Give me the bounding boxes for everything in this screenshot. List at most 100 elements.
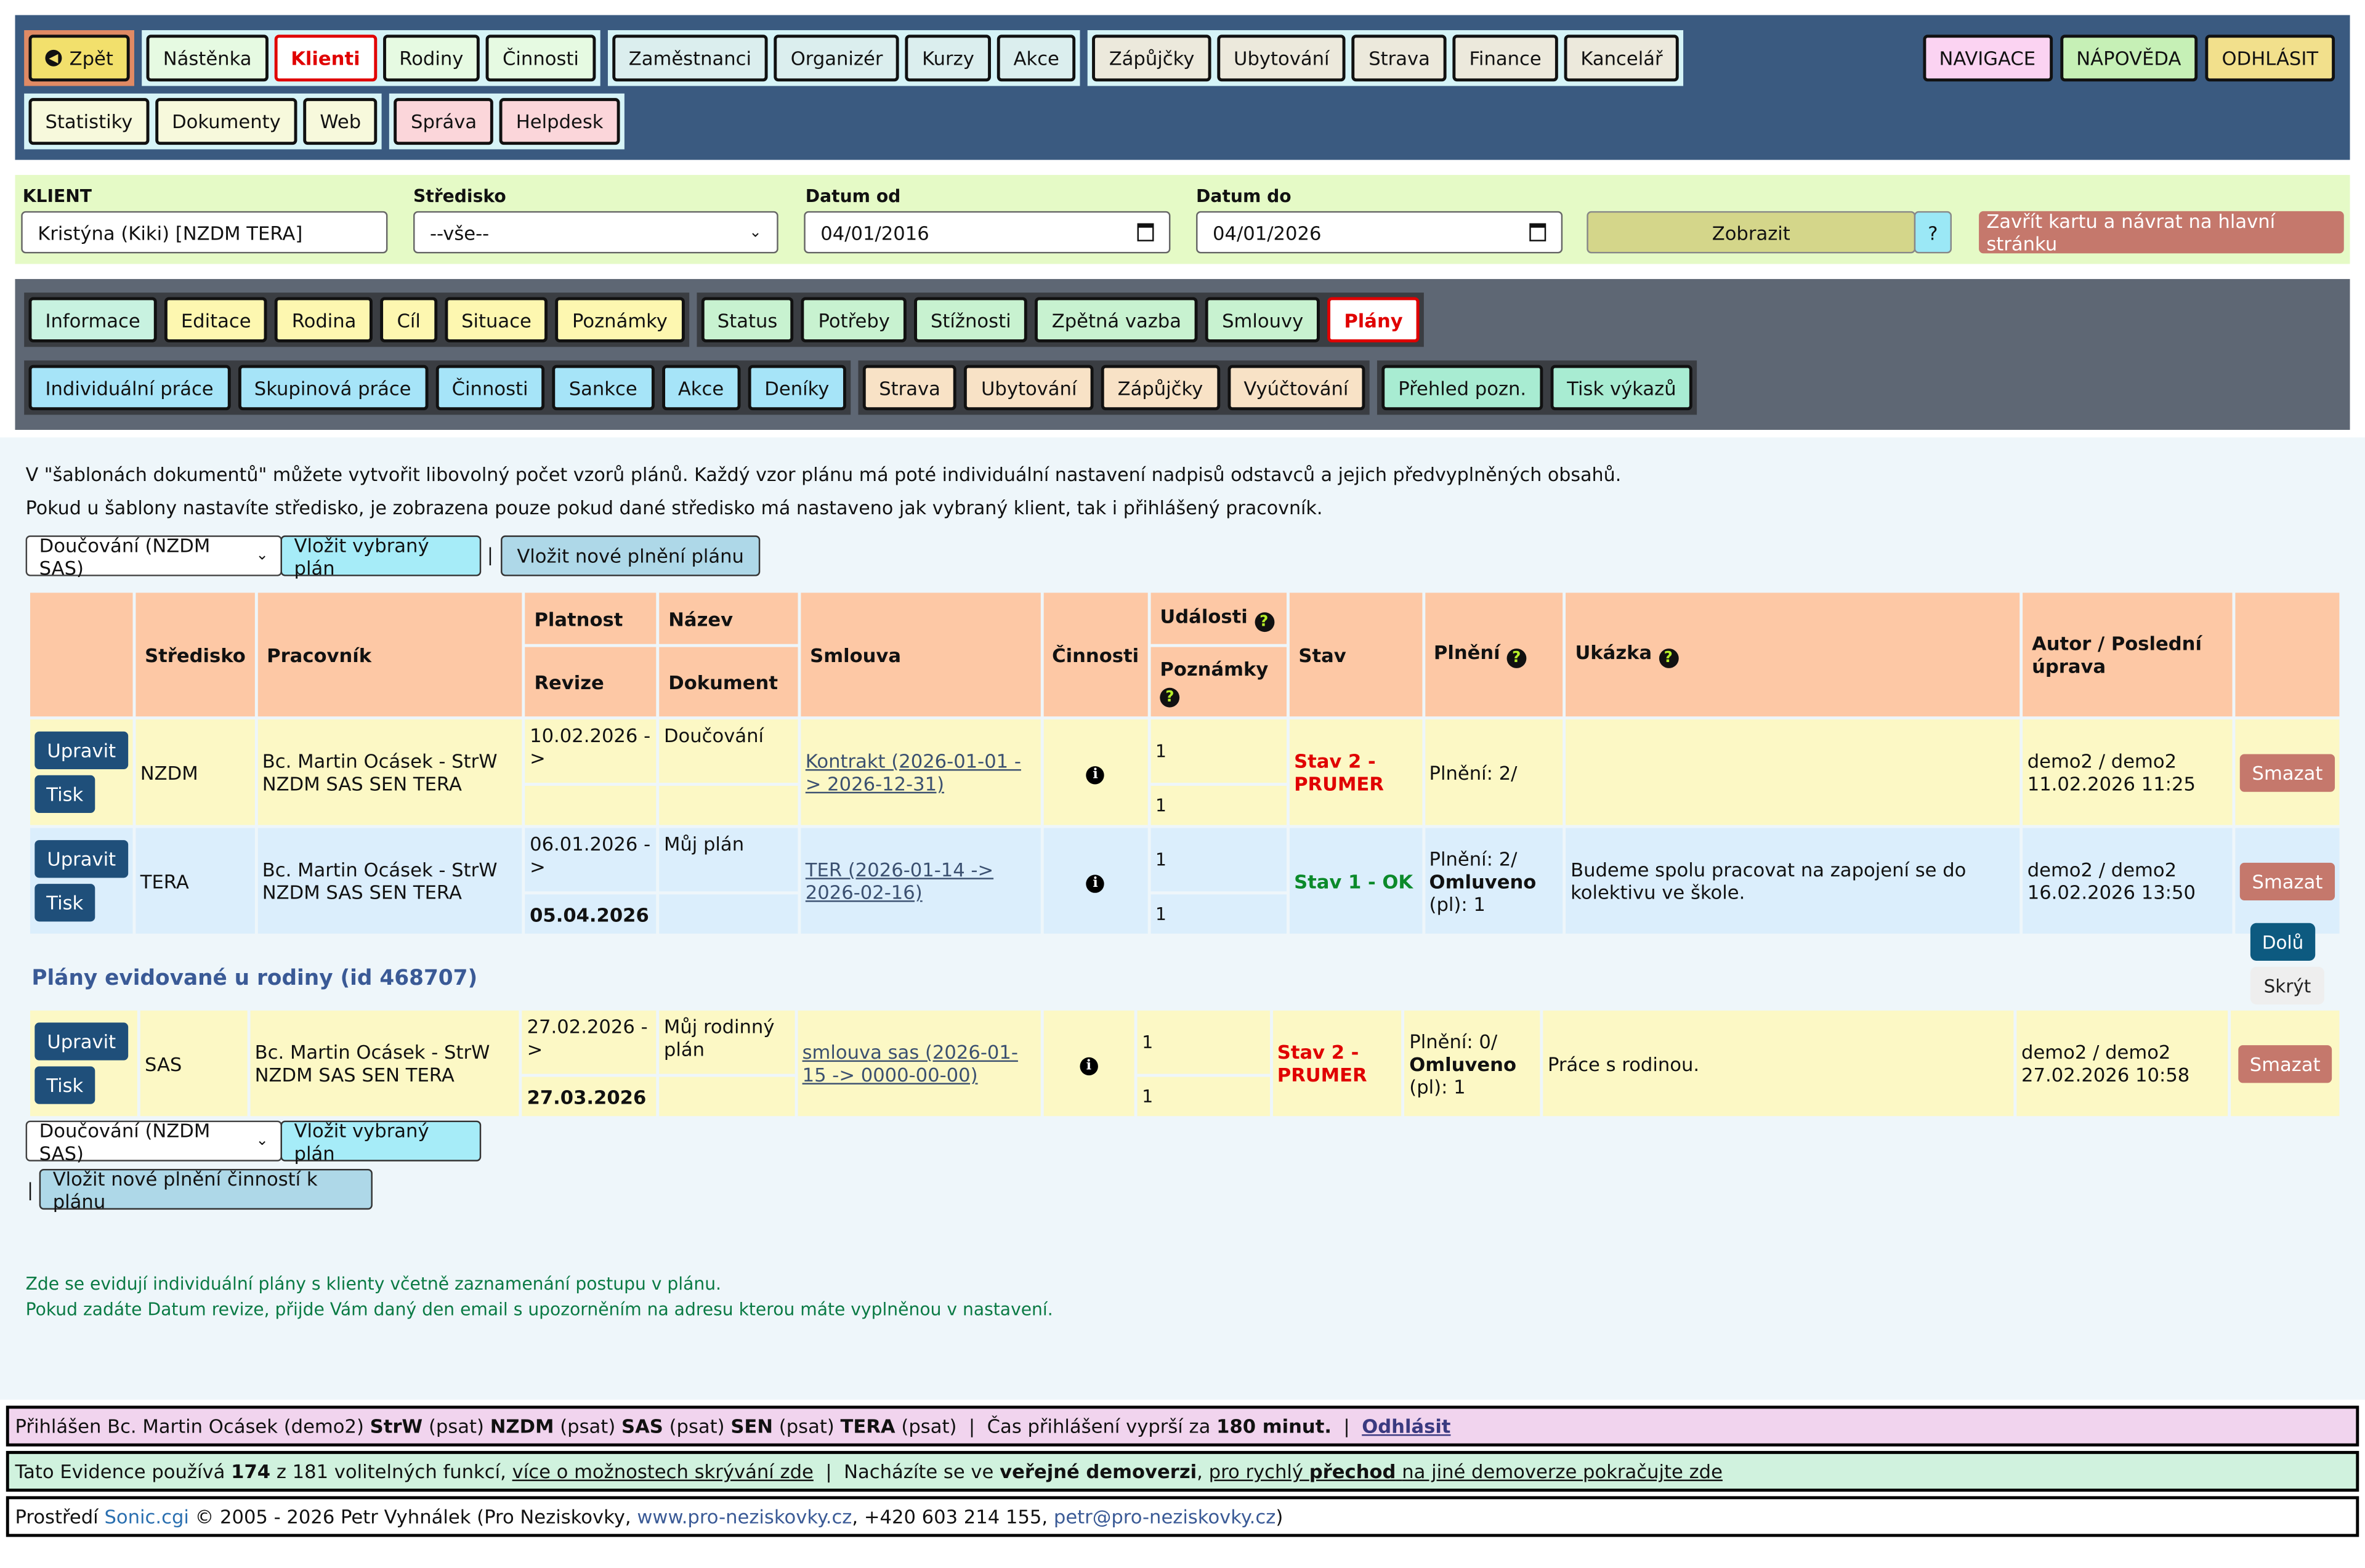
contract-link[interactable]: TER (2026-01-14 -> 2026-02-16) (806, 858, 993, 903)
tab-potreby[interactable]: Potřeby (801, 297, 907, 342)
info-icon[interactable]: i (1086, 766, 1105, 785)
nav-finance[interactable]: Finance (1452, 34, 1558, 82)
logout-button[interactable]: ODHLÁSIT (2205, 34, 2335, 82)
print-button[interactable]: Tisk (34, 775, 95, 814)
nav-strava[interactable]: Strava (1352, 34, 1447, 82)
question-icon[interactable]: ? (1160, 687, 1180, 707)
email-link[interactable]: petr@pro-neziskovky.cz (1054, 1505, 1275, 1528)
show-help-button[interactable]: ? (1914, 211, 1952, 254)
tab-rodina[interactable]: Rodina (275, 297, 373, 342)
client-input[interactable]: Kristýna (Kiki) [NZDM TERA] (21, 211, 388, 254)
tab-individualni-prace[interactable]: Individuální práce (28, 365, 230, 411)
nav-klienti[interactable]: Klienti (274, 34, 377, 82)
nav-rodiny[interactable]: Rodiny (382, 34, 480, 82)
template-select-2[interactable]: Doučování (NZDM SAS) ⌄ (25, 1118, 282, 1163)
demo-switch-link[interactable]: pro rychlý přechod na jiné demoverze pok… (1209, 1460, 1723, 1483)
cell-document (659, 894, 798, 934)
nav-statistiky[interactable]: Statistiky (28, 98, 150, 145)
nav-sprava[interactable]: Správa (394, 98, 494, 145)
tab-smlouvy[interactable]: Smlouvy (1205, 297, 1320, 342)
tab-stiznosti[interactable]: Stížnosti (914, 297, 1028, 342)
date-from-input[interactable]: 04/01/2016 (804, 211, 1171, 254)
row-actions: Upravit Tisk (30, 828, 133, 934)
nav-akce[interactable]: Akce (997, 34, 1076, 82)
tab-zapujcky[interactable]: Zápůjčky (1101, 365, 1220, 411)
nav-dokumenty[interactable]: Dokumenty (155, 98, 297, 145)
client-tabs: Informace Editace Rodina Cíl Situace Poz… (15, 279, 2350, 430)
delete-button[interactable]: Smazat (2239, 753, 2335, 791)
header-revision: Revize (525, 647, 657, 717)
help-button[interactable]: NÁPOVĚDA (2060, 34, 2198, 82)
tab-strava[interactable]: Strava (862, 365, 957, 411)
date-to-input[interactable]: 04/01/2026 (1196, 211, 1563, 254)
tab-cil[interactable]: Cíl (380, 297, 437, 342)
tab-zpetna-vazba[interactable]: Zpětná vazba (1035, 297, 1198, 342)
edit-button[interactable]: Upravit (34, 840, 129, 878)
contract-link[interactable]: smlouva sas (2026-01-15 -> 0000-00-00) (802, 1041, 1018, 1086)
edit-button[interactable]: Upravit (34, 1022, 129, 1061)
navigation-button[interactable]: NAVIGACE (1922, 34, 2053, 82)
tab-status[interactable]: Status (700, 297, 794, 342)
delete-button[interactable]: Smazat (2238, 1044, 2333, 1083)
tab-situace[interactable]: Situace (445, 297, 548, 342)
question-icon[interactable]: ? (1658, 649, 1678, 668)
cell-contract: TER (2026-01-14 -> 2026-02-16) (801, 828, 1040, 934)
tab-prehled-pozn[interactable]: Přehled pozn. (1381, 365, 1543, 411)
info-icon[interactable]: i (1080, 1057, 1098, 1076)
question-icon[interactable]: ? (1254, 612, 1274, 632)
template-select[interactable]: Doučování (NZDM SAS) ⌄ (25, 533, 282, 578)
nav-web[interactable]: Web (303, 98, 378, 145)
info-icon[interactable]: i (1086, 875, 1105, 893)
info-text-2: Pokud u šablony nastavíte středisko, je … (25, 498, 1323, 519)
tab-skupinova-prace[interactable]: Skupinová práce (237, 365, 428, 411)
tab-tisk-vykazu[interactable]: Tisk výkazů (1550, 365, 1693, 411)
website-link[interactable]: www.pro-neziskovky.cz (637, 1505, 852, 1528)
nav-nastenka[interactable]: Nástěnka (146, 34, 269, 82)
family-plans-heading: Plány evidované u rodiny (id 468707) (31, 966, 478, 991)
tab-cinnosti[interactable]: Činnosti (435, 365, 545, 411)
tab-vyuctovani[interactable]: Vyúčtování (1227, 365, 1365, 411)
header-delete (2235, 592, 2340, 717)
cell-activities: i (1043, 1010, 1134, 1117)
row-actions: Upravit Tisk (30, 1010, 137, 1117)
footer-logout-link[interactable]: Odhlásit (1362, 1415, 1450, 1437)
tab-deniky[interactable]: Deníky (748, 365, 846, 411)
down-button[interactable]: Dolů (2250, 923, 2316, 961)
delete-button[interactable]: Smazat (2239, 862, 2335, 900)
nav-ubytovani[interactable]: Ubytování (1217, 34, 1346, 82)
plans-content: V "šablonách dokumentů" můžete vytvořit … (0, 437, 2365, 1400)
sonic-link[interactable]: Sonic.cgi (104, 1505, 188, 1528)
nav-zamestnanci[interactable]: Zaměstnanci (612, 34, 768, 82)
hiding-info-link[interactable]: více o možnostech skrývání zde (512, 1460, 814, 1483)
insert-selected-plan-button-2[interactable]: Vložit vybraný plán (280, 1118, 482, 1163)
tab-informace[interactable]: Informace (28, 297, 157, 342)
nav-zapujcky[interactable]: Zápůjčky (1092, 34, 1211, 82)
insert-new-fulfilment-button[interactable]: Vložit nové plnění plánu (501, 535, 761, 576)
edit-button[interactable]: Upravit (34, 731, 129, 769)
question-icon[interactable]: ? (1506, 649, 1527, 668)
show-button[interactable]: Zobrazit (1587, 211, 1916, 254)
print-button[interactable]: Tisk (34, 884, 95, 922)
tab-sankce[interactable]: Sankce (552, 365, 654, 411)
close-card-button[interactable]: Zavřít kartu a návrat na hlavní stránku (1979, 209, 2344, 255)
tab-akce[interactable]: Akce (661, 365, 741, 411)
back-button[interactable]: ◀ Zpět (28, 34, 130, 82)
nav-organizer[interactable]: Organizér (774, 34, 900, 82)
insert-new-activity-button[interactable]: Vložit nové plnění činností k plánu (39, 1166, 373, 1212)
cell-name: Můj plán (659, 828, 798, 892)
cell-contract: smlouva sas (2026-01-15 -> 0000-00-00) (798, 1010, 1040, 1117)
hide-button[interactable]: Skrýt (2250, 966, 2324, 1005)
contract-link[interactable]: Kontrakt (2026-01-01 -> 2026-12-31) (806, 750, 1021, 794)
nav-kurzy[interactable]: Kurzy (905, 34, 991, 82)
print-button[interactable]: Tisk (34, 1066, 95, 1104)
insert-selected-plan-button[interactable]: Vložit vybraný plán (280, 533, 482, 578)
nav-cinnosti[interactable]: Činnosti (486, 34, 596, 82)
tab-plany[interactable]: Plány (1327, 297, 1420, 342)
tab-editace[interactable]: Editace (164, 297, 268, 342)
tab-poznamky[interactable]: Poznámky (556, 297, 684, 342)
nav-helpdesk[interactable]: Helpdesk (499, 98, 620, 145)
nav-kancelar[interactable]: Kancelář (1564, 34, 1680, 82)
tab-ubytovani[interactable]: Ubytování (964, 365, 1094, 411)
cell-center: SAS (140, 1010, 248, 1117)
center-select[interactable]: --vše-- ⌄ (413, 211, 778, 254)
